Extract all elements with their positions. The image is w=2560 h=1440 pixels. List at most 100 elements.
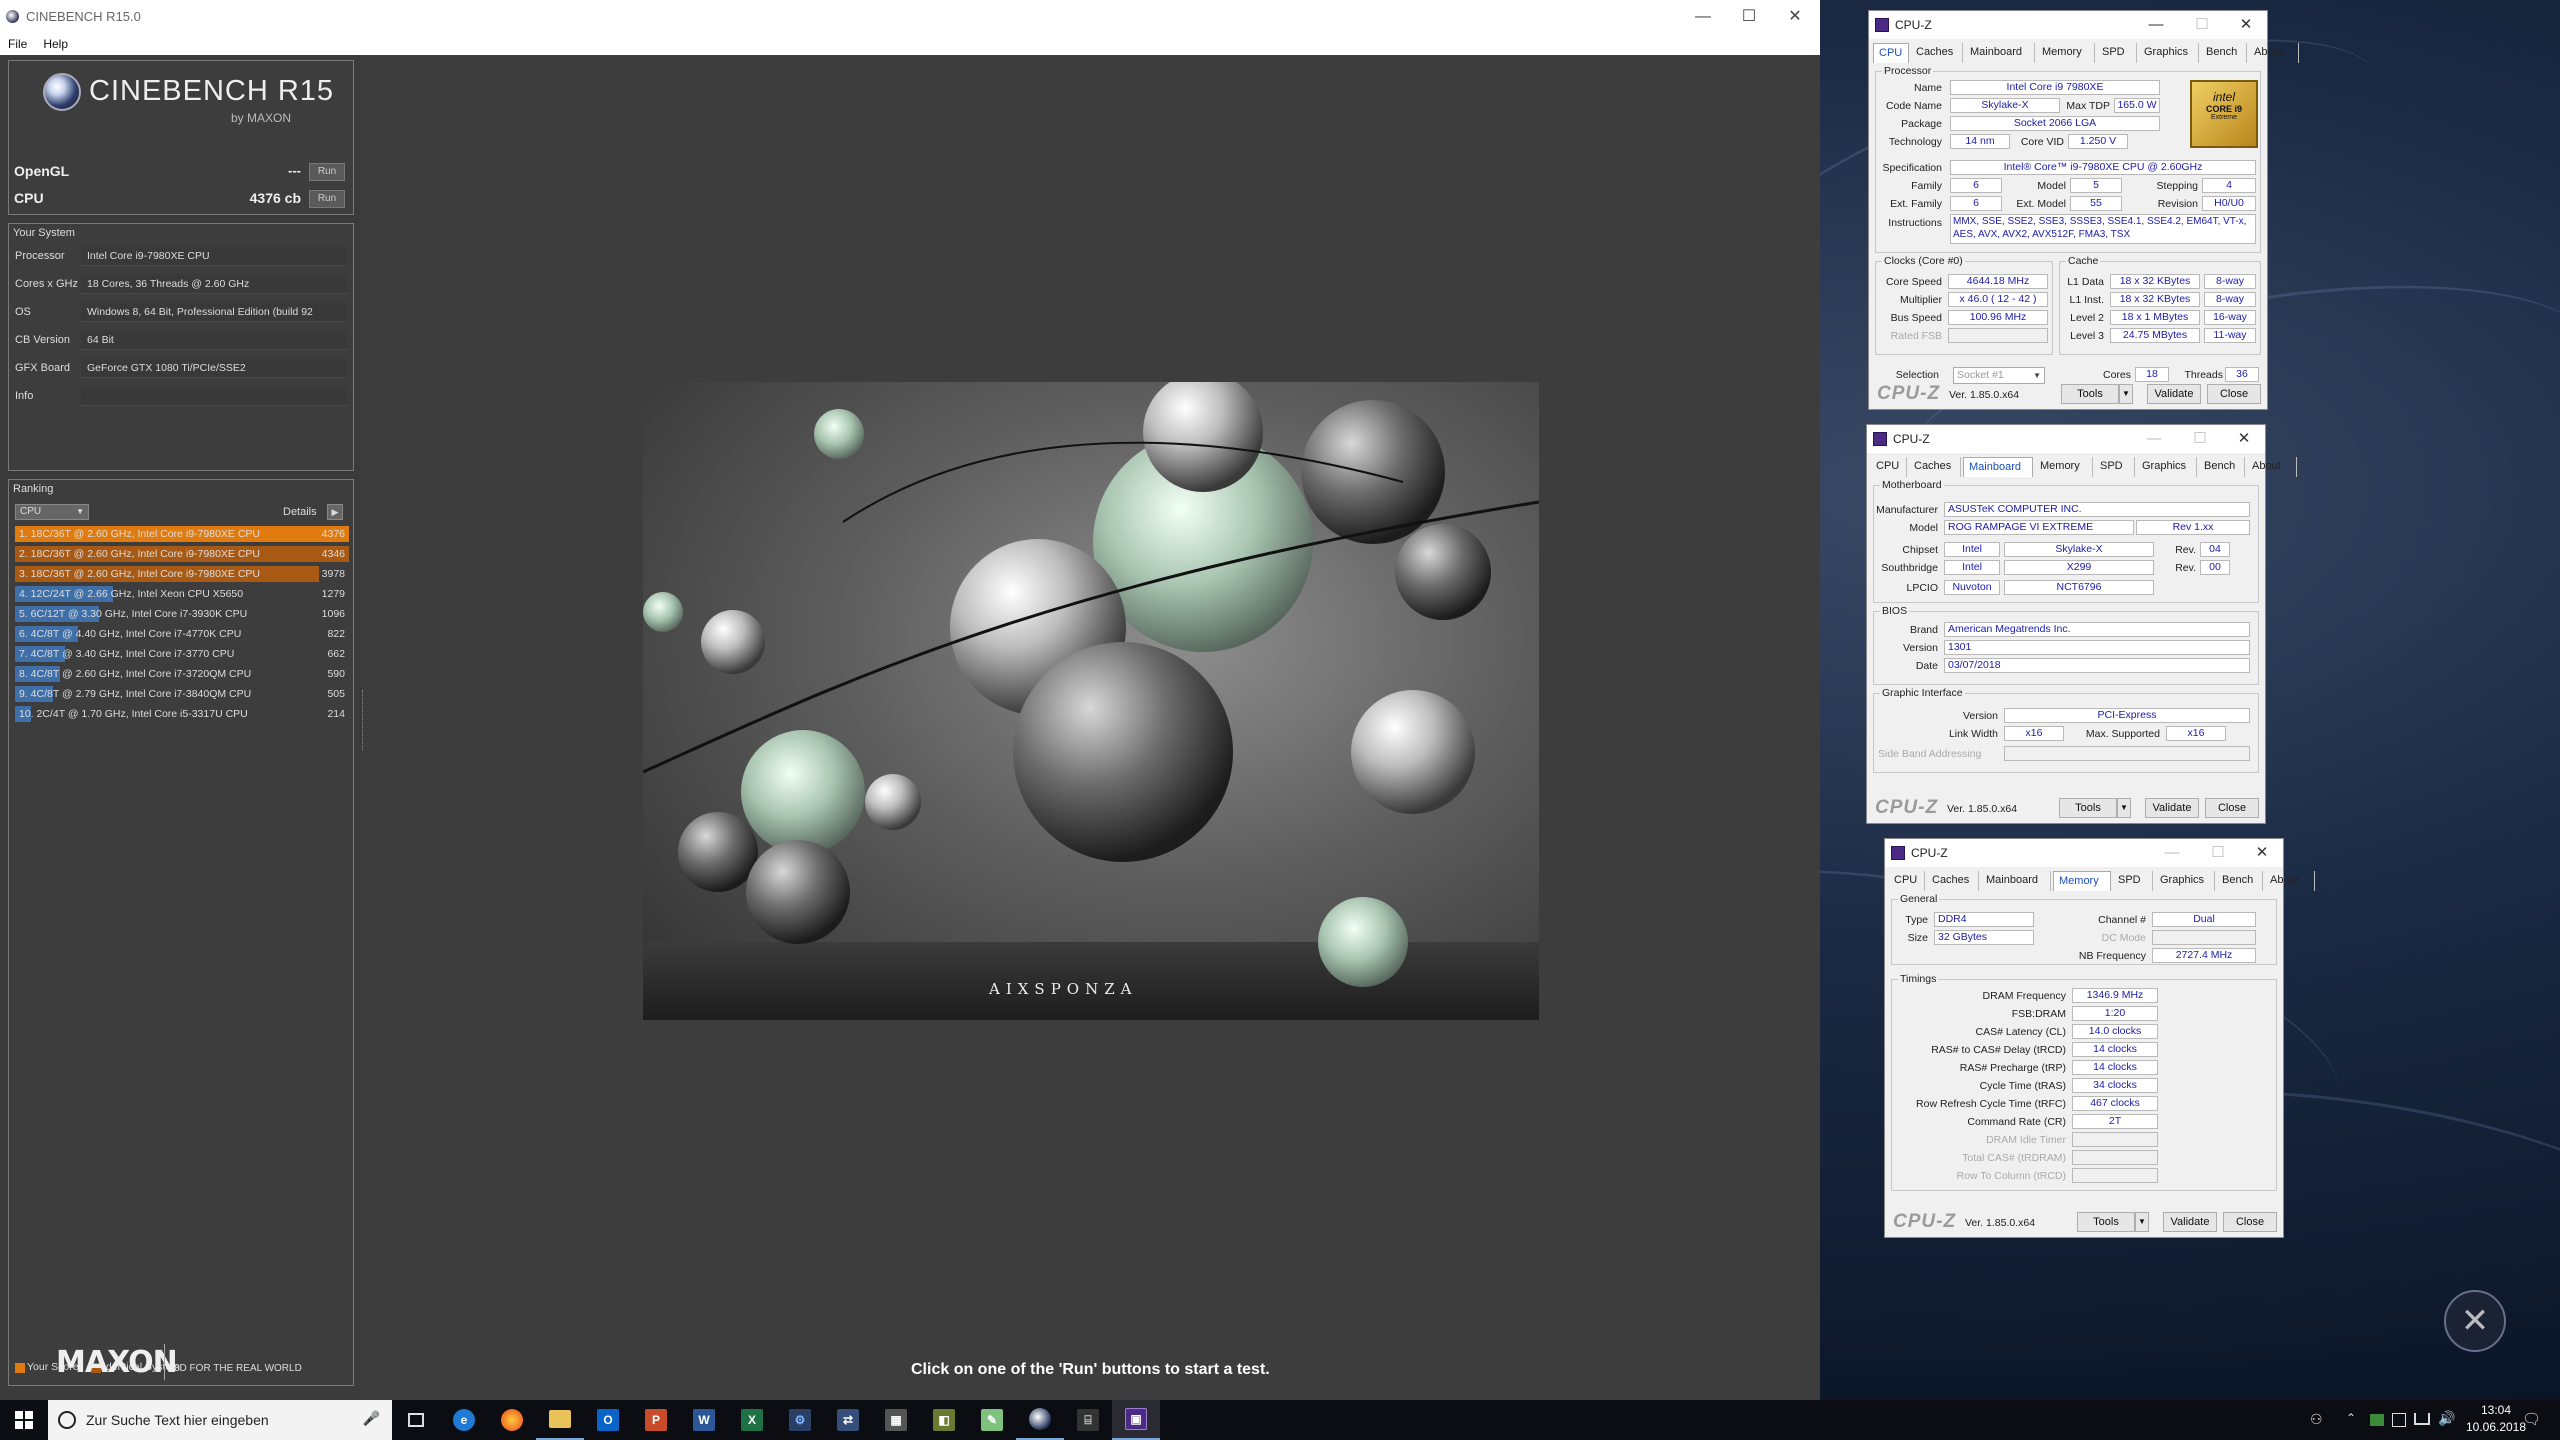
tab-graphics[interactable]: Graphics	[2139, 43, 2199, 63]
tab-about[interactable]: About	[2249, 43, 2299, 63]
cinebench-taskbar-icon[interactable]	[1016, 1400, 1064, 1440]
ranking-row[interactable]: 4. 12C/24T @ 2.66 GHz, Intel Xeon CPU X5…	[15, 585, 349, 603]
notification-icon[interactable]: 🗨	[2522, 1410, 2541, 1428]
tools-button[interactable]: Tools	[2061, 384, 2119, 404]
ranking-row[interactable]: 7. 4C/8T @ 3.40 GHz, Intel Core i7-3770 …	[15, 645, 349, 663]
cpuz-titlebar[interactable]: CPU-Z — ☐ ✕	[1885, 839, 2283, 867]
close-button[interactable]: ✕	[1772, 0, 1818, 33]
close-button[interactable]: ✕	[2221, 425, 2267, 453]
maximize-button[interactable]: ☐	[2195, 839, 2241, 867]
tab-mainboard[interactable]: Mainboard	[1965, 43, 2035, 63]
selection-dropdown[interactable]: Socket #1 ▼	[1953, 367, 2045, 384]
people-icon[interactable]: ⚇	[2310, 1411, 2323, 1428]
task-view-icon[interactable]	[392, 1400, 440, 1440]
tab-mainboard[interactable]: Mainboard	[1981, 871, 2051, 891]
ranking-row[interactable]: 6. 4C/8T @ 4.40 GHz, Intel Core i7-4770K…	[15, 625, 349, 643]
tab-bench[interactable]: Bench	[2201, 43, 2247, 63]
details-label[interactable]: Details	[283, 506, 317, 518]
tab-about[interactable]: About	[2247, 457, 2297, 477]
tools-dropdown-icon[interactable]: ▼	[2117, 798, 2131, 818]
cpu-run-button[interactable]: Run	[309, 190, 345, 208]
tools-button[interactable]: Tools	[2059, 798, 2117, 818]
tab-memory[interactable]: Memory	[2037, 43, 2095, 63]
desktop-gadget-icon[interactable]: ✕	[2444, 1290, 2506, 1352]
minimize-button[interactable]: —	[2149, 839, 2195, 867]
tab-graphics[interactable]: Graphics	[2155, 871, 2215, 891]
tools-dropdown-icon[interactable]: ▼	[2119, 384, 2133, 404]
word-icon[interactable]: W	[680, 1400, 728, 1440]
menu-help[interactable]: Help	[35, 37, 76, 51]
file-explorer-icon[interactable]	[536, 1400, 584, 1440]
tab-spd[interactable]: SPD	[2097, 43, 2137, 63]
ranking-dropdown[interactable]: CPU ▼	[15, 504, 89, 520]
validate-button[interactable]: Validate	[2145, 798, 2199, 818]
search-box[interactable]: Zur Suche Text hier eingeben 🎤	[48, 1400, 392, 1440]
ranking-row[interactable]: 10. 2C/4T @ 1.70 GHz, Intel Core i5-3317…	[15, 705, 349, 723]
start-button[interactable]	[0, 1400, 48, 1440]
maximize-button[interactable]: ☐	[2177, 425, 2223, 453]
gpu-tool-icon[interactable]: ◧	[920, 1400, 968, 1440]
cinebench-titlebar[interactable]: CINEBENCH R15.0 — ☐ ✕	[0, 0, 1820, 33]
sidebar-splitter[interactable]	[362, 690, 366, 750]
tab-caches[interactable]: Caches	[1909, 457, 1961, 477]
close-button[interactable]: Close	[2205, 798, 2259, 818]
usb-icon[interactable]	[2392, 1413, 2406, 1427]
clock-time[interactable]: 13:04	[2462, 1403, 2530, 1417]
tab-mainboard[interactable]: Mainboard	[1963, 457, 2033, 477]
tab-bench[interactable]: Bench	[2199, 457, 2245, 477]
network-app-icon[interactable]: ⚙	[776, 1400, 824, 1440]
ranking-row[interactable]: 9. 4C/8T @ 2.79 GHz, Intel Core i7-3840Q…	[15, 685, 349, 703]
tab-graphics[interactable]: Graphics	[2137, 457, 2197, 477]
powerpoint-icon[interactable]: P	[632, 1400, 680, 1440]
tab-memory[interactable]: Memory	[2053, 871, 2111, 891]
tab-caches[interactable]: Caches	[1927, 871, 1979, 891]
ranking-row-text: 8. 4C/8T @ 2.60 GHz, Intel Core i7-3720Q…	[19, 668, 252, 680]
tab-cpu[interactable]: CPU	[1873, 43, 1909, 63]
ranking-row[interactable]: 5. 6C/12T @ 3.30 GHz, Intel Core i7-3930…	[15, 605, 349, 623]
tab-cpu[interactable]: CPU	[1871, 457, 1907, 477]
maximize-button[interactable]: ☐	[2179, 11, 2225, 39]
store-icon[interactable]: ▦	[872, 1400, 920, 1440]
tab-spd[interactable]: SPD	[2095, 457, 2135, 477]
validate-button[interactable]: Validate	[2163, 1212, 2217, 1232]
outlook-icon[interactable]: O	[584, 1400, 632, 1440]
firefox-icon[interactable]	[488, 1400, 536, 1440]
excel-icon[interactable]: X	[728, 1400, 776, 1440]
maximize-button[interactable]: ☐	[1726, 0, 1772, 33]
minimize-button[interactable]: —	[1680, 0, 1726, 33]
close-button[interactable]: ✕	[2223, 11, 2269, 39]
ranking-row[interactable]: 8. 4C/8T @ 2.60 GHz, Intel Core i7-3720Q…	[15, 665, 349, 683]
tab-bench[interactable]: Bench	[2217, 871, 2263, 891]
ranking-row[interactable]: 1. 18C/36T @ 2.60 GHz, Intel Core i9-798…	[15, 525, 349, 543]
details-arrow-icon[interactable]: ▶	[327, 504, 343, 520]
tools-dropdown-icon[interactable]: ▼	[2135, 1212, 2149, 1232]
tab-spd[interactable]: SPD	[2113, 871, 2153, 891]
cpuz-titlebar[interactable]: CPU-Z — ☐ ✕	[1867, 425, 2265, 453]
ranking-row[interactable]: 2. 18C/36T @ 2.60 GHz, Intel Core i9-798…	[15, 545, 349, 563]
network-tool-icon[interactable]: ⇄	[824, 1400, 872, 1440]
tab-caches[interactable]: Caches	[1911, 43, 1963, 63]
tab-memory[interactable]: Memory	[2035, 457, 2093, 477]
validate-button[interactable]: Validate	[2147, 384, 2201, 404]
tools-button[interactable]: Tools	[2077, 1212, 2135, 1232]
close-button[interactable]: Close	[2223, 1212, 2277, 1232]
cpuz-taskbar-icon[interactable]: ▣	[1112, 1400, 1160, 1440]
tab-about[interactable]: About	[2265, 871, 2315, 891]
edge-icon[interactable]: e	[440, 1400, 488, 1440]
chevron-up-icon[interactable]: ⌃	[2346, 1411, 2356, 1425]
minimize-button[interactable]: —	[2133, 11, 2179, 39]
cache-group: Cache L1 Data 18 x 32 KBytes 8-way L1 In…	[2059, 255, 2261, 355]
close-button[interactable]: ✕	[2239, 839, 2285, 867]
close-button[interactable]: Close	[2207, 384, 2261, 404]
minimize-button[interactable]: —	[2131, 425, 2177, 453]
notepad-icon[interactable]: ✎	[968, 1400, 1016, 1440]
ranking-row[interactable]: 3. 18C/36T @ 2.60 GHz, Intel Core i9-798…	[15, 565, 349, 583]
network-icon[interactable]	[2414, 1413, 2430, 1425]
cpuz-titlebar[interactable]: CPU-Z — ☐ ✕	[1869, 11, 2267, 39]
microphone-icon[interactable]: 🎤	[363, 1410, 380, 1427]
opengl-run-button[interactable]: Run	[309, 163, 345, 181]
monitor-tool-icon[interactable]: ⌸	[1064, 1400, 1112, 1440]
menu-file[interactable]: File	[0, 37, 35, 51]
tab-cpu[interactable]: CPU	[1889, 871, 1925, 891]
tray-app-icon[interactable]	[2370, 1414, 2384, 1426]
